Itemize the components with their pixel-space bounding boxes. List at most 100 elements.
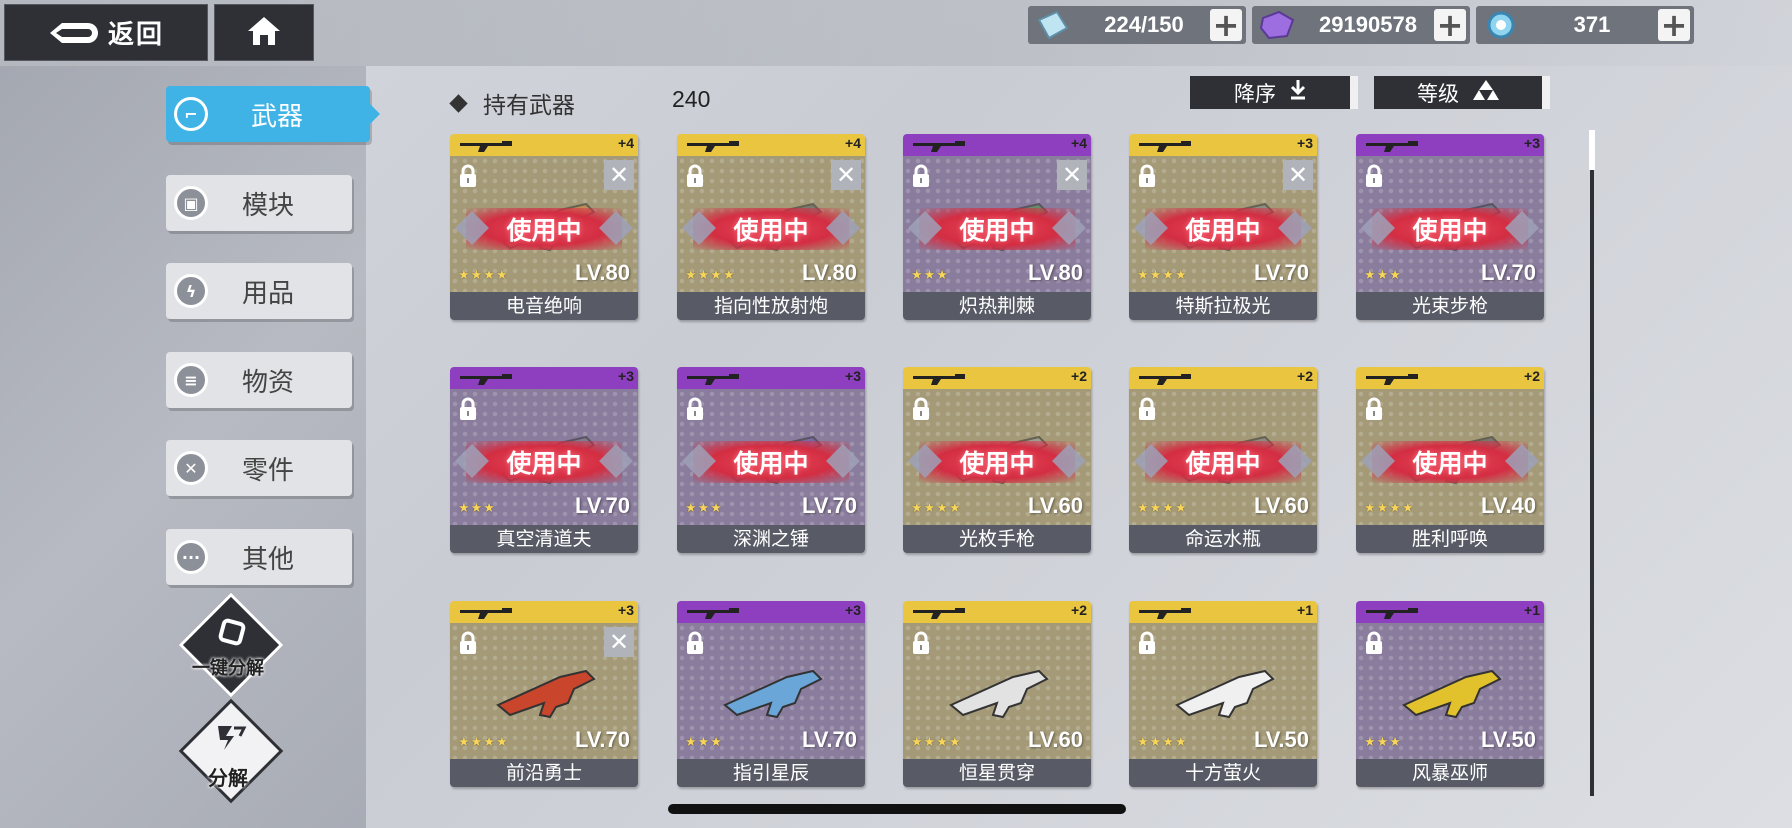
back-label: 返回 [107,20,164,50]
weapon-card[interactable]: +2 ★★★★ LV.60 恒星贯穿 [903,601,1091,787]
lock-icon[interactable] [911,164,931,188]
weapon-level: LV.80 [574,260,630,285]
dismantle-label: 分解 [208,766,248,790]
sidebar-item-label: 零件 [241,455,294,486]
rank-badge: +3 [845,602,861,618]
lock-icon[interactable] [458,164,478,188]
lock-icon[interactable] [685,397,705,421]
lock-icon[interactable] [1137,164,1157,188]
resource-orb: 371 + [1476,6,1694,44]
rarity-header: +4 [903,134,1091,156]
rarity-header: +1 [1356,601,1544,623]
weapon-name: 指引星辰 [677,759,865,787]
wrench-icon[interactable]: ✕ [604,627,634,657]
more-icon: ··· [174,540,208,574]
sort-order-button[interactable]: 降序 [1190,76,1358,109]
weapon-card[interactable]: +4 ✕ 使用中 ★★★★ LV.80 指向性放射炮 [677,134,865,320]
lock-icon[interactable] [1364,631,1384,655]
weapon-card[interactable]: +3 ★★★ LV.70 指引星辰 [677,601,865,787]
star-rating: ★★★ [1364,268,1402,283]
weapon-type-icon [1366,141,1418,152]
in-use-badge: 使用中 [919,441,1075,483]
star-rating: ★★★ [685,501,723,516]
scrollbar-track[interactable] [1590,130,1594,796]
lock-icon[interactable] [685,164,705,188]
lock-icon[interactable] [1364,164,1384,188]
lock-icon[interactable] [1364,397,1384,421]
weapon-card[interactable]: +2 使用中 ★★★★ LV.40 胜利呼唤 [1356,367,1544,553]
card-body: 使用中 ★★★ LV.70 [450,389,638,527]
home-button[interactable] [214,4,314,61]
back-button[interactable]: 返回 [4,4,208,61]
weapon-card[interactable]: +1 ★★★ LV.50 风暴巫师 [1356,601,1544,787]
star-rating: ★★★ [911,268,949,283]
weapon-level: LV.50 [1480,727,1536,752]
weapon-level: LV.70 [574,727,630,752]
add-crystal-button[interactable]: + [1434,9,1466,41]
resource-ticket: 224/150 + [1028,6,1246,44]
weapon-card[interactable]: +3 使用中 ★★★ LV.70 真空清道夫 [450,367,638,553]
rank-badge: +1 [1297,602,1313,618]
purple-crystal-icon [1252,6,1302,44]
rank-badge: +2 [1071,368,1087,384]
rank-badge: +2 [1297,368,1313,384]
in-use-badge: 使用中 [1372,208,1528,250]
rank-badge: +4 [618,135,634,151]
lock-icon[interactable] [685,631,705,655]
sidebar-item-label: 武器 [250,101,303,132]
card-body: ★★★ LV.50 [1356,623,1544,761]
sidebar-item-parts[interactable]: ✕ 零件 [166,440,352,496]
sidebar-item-supplies[interactable]: ≡ 物资 [166,352,352,408]
weapon-card[interactable]: +4 ✕ 使用中 ★★★★ LV.80 电音绝响 [450,134,638,320]
lock-icon[interactable] [458,631,478,655]
weapon-level: LV.70 [801,727,857,752]
weapon-type-icon [687,374,739,385]
weapon-card[interactable]: +2 使用中 ★★★★ LV.60 光枚手枪 [903,367,1091,553]
sidebar-item-weapons[interactable]: ⌐ 武器 [166,86,380,142]
add-orb-button[interactable]: + [1658,9,1690,41]
top-bar: 返回 224/150 + 29190578 + 371 + [0,0,1792,66]
weapon-card[interactable]: +3 使用中 ★★★ LV.70 深渊之锤 [677,367,865,553]
star-rating: ★★★★ [1137,501,1188,516]
rarity-header: +2 [1129,367,1317,389]
in-use-badge: 使用中 [1372,441,1528,483]
sidebar-item-items[interactable]: ϟ 用品 [166,263,352,319]
weapon-card[interactable]: +4 ✕ 使用中 ★★★ LV.80 炽热荆棘 [903,134,1091,320]
weapon-card[interactable]: +2 使用中 ★★★★ LV.60 命运水瓶 [1129,367,1317,553]
sidebar-item-other[interactable]: ··· 其他 [166,529,352,585]
sidebar-item-modules[interactable]: ▣ 模块 [166,175,352,231]
star-rating: ★★★★ [1364,501,1415,516]
orb-count: 371 [1573,12,1611,37]
weapon-card[interactable]: +3 ✕ ★★★★ LV.70 前沿勇士 [450,601,638,787]
wrench-icon[interactable]: ✕ [831,160,861,190]
rarity-header: +2 [903,367,1091,389]
rank-badge: +3 [845,368,861,384]
weapon-type-icon [460,608,512,619]
weapon-card[interactable]: +3 ✕ 使用中 ★★★★ LV.70 特斯拉极光 [1129,134,1317,320]
lock-icon[interactable] [1137,631,1157,655]
star-rating: ★★★★ [911,501,962,516]
star-rating: ★★★ [1364,735,1402,750]
add-ticket-button[interactable]: + [1210,9,1242,41]
lock-icon[interactable] [911,397,931,421]
weapon-level: LV.70 [574,493,630,518]
weapon-image [496,669,596,719]
sort-by-button[interactable]: 等级 [1374,76,1550,109]
home-indicator [668,804,1126,814]
ticket-count: 224/150 [1104,12,1184,37]
ticket-icon [1028,6,1078,44]
lock-icon[interactable] [911,631,931,655]
lock-icon[interactable] [458,397,478,421]
wrench-icon[interactable]: ✕ [604,160,634,190]
wrench-icon[interactable]: ✕ [1057,160,1087,190]
weapon-card[interactable]: +1 ★★★★ LV.50 十方萤火 [1129,601,1317,787]
wrench-icon[interactable]: ✕ [1283,160,1313,190]
weapon-card[interactable]: +3 使用中 ★★★ LV.70 光束步枪 [1356,134,1544,320]
weapon-level: LV.60 [1027,493,1083,518]
scrollbar-thumb[interactable] [1589,130,1595,170]
lightning-icon: ϟ [174,274,208,308]
parts-icon: ✕ [174,451,208,485]
quick-dismantle-label: 一键分解 [192,658,264,679]
lock-icon[interactable] [1137,397,1157,421]
weapon-type-icon [913,608,965,619]
